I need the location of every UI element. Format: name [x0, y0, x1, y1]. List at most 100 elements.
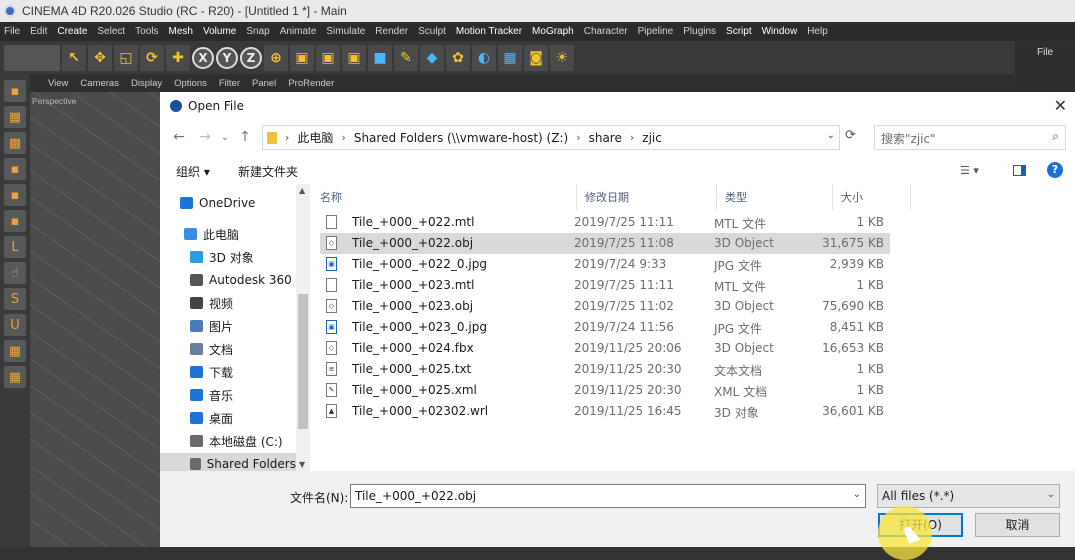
viewport-menu-item[interactable]: View	[48, 78, 68, 89]
viewport-menu-item[interactable]: ProRender	[288, 78, 334, 89]
organize-button[interactable]: 组织 ▾	[176, 163, 210, 180]
menu-item[interactable]: Character	[584, 26, 628, 37]
viewport-menu-item[interactable]: Cameras	[80, 78, 119, 89]
menu-item[interactable]: Create	[57, 26, 87, 37]
menu-item[interactable]: Help	[807, 26, 828, 37]
breadcrumb-item[interactable]: share	[589, 131, 622, 145]
viewport-menu-item[interactable]: Display	[131, 78, 162, 89]
nav-item[interactable]: 3D 对象	[160, 246, 296, 268]
recent-locations-chevron-icon[interactable]: ⌄	[218, 132, 232, 143]
filename-field[interactable]: Tile_+000_+022.obj ⌄	[350, 484, 866, 508]
scroll-down-icon[interactable]: ▼	[299, 460, 305, 469]
make-editable-icon[interactable]: ▪	[4, 80, 26, 102]
cube-icon[interactable]: ■	[368, 44, 392, 71]
undo-redo-icon[interactable]	[4, 44, 60, 71]
file-row[interactable]: Tile_+000_+022.mtl 2019/7/25 11:11 MTL 文件 1…	[320, 212, 890, 233]
file-row[interactable]: ◇ Tile_+000_+022.obj 2019/7/25 11:08 3D Obj…	[320, 233, 890, 254]
rotate-tool-icon[interactable]: ⟳	[140, 44, 164, 71]
forward-arrow-icon[interactable]: →	[192, 129, 218, 145]
x-axis-icon[interactable]: X	[192, 46, 214, 69]
y-axis-icon[interactable]: Y	[216, 46, 238, 69]
breadcrumb-separator-icon[interactable]: ›	[576, 131, 580, 144]
cloner-icon[interactable]: ✿	[446, 44, 470, 71]
scale-tool-icon[interactable]: ◱	[114, 44, 138, 71]
menu-item[interactable]: Snap	[246, 26, 269, 37]
viewport-menu-item[interactable]: Filter	[219, 78, 240, 89]
viewport[interactable]: Perspective	[30, 92, 160, 547]
column-header-name[interactable]: 名称	[312, 184, 577, 210]
deformer-icon[interactable]: ◐	[472, 44, 496, 71]
breadcrumb-separator-icon[interactable]: ›	[285, 131, 289, 144]
column-header-size[interactable]: 大小	[833, 184, 911, 210]
nav-item[interactable]: 音乐	[160, 384, 296, 406]
up-arrow-icon[interactable]: ↑	[232, 129, 258, 145]
cancel-button[interactable]: 取消	[975, 513, 1060, 537]
nav-item[interactable]: Shared Folders	[160, 453, 296, 471]
menu-item[interactable]: Render	[375, 26, 408, 37]
file-row[interactable]: ◇ Tile_+000_+024.fbx 2019/11/25 20:06 3D Ob…	[320, 338, 890, 359]
file-row[interactable]: ✎ Tile_+000_+025.xml 2019/11/25 20:30 XML 文…	[320, 380, 890, 401]
menu-item[interactable]: Simulate	[326, 26, 365, 37]
viewport-menu-item[interactable]: Options	[174, 78, 207, 89]
menu-item[interactable]: Edit	[30, 26, 47, 37]
column-header-date[interactable]: 修改日期	[577, 184, 717, 210]
menu-item[interactable]: Motion Tracker	[456, 26, 522, 37]
nav-item[interactable]: 文档	[160, 338, 296, 360]
snap-icon[interactable]: S	[4, 288, 26, 310]
render-settings-icon[interactable]: ▣	[342, 44, 366, 71]
floor-icon[interactable]: ▦	[498, 44, 522, 71]
file-row[interactable]: ◇ Tile_+000_+023.obj 2019/7/25 11:02 3D Obj…	[320, 296, 890, 317]
column-header-type[interactable]: 类型	[717, 184, 833, 210]
refresh-icon[interactable]: ⟳	[845, 128, 856, 143]
back-arrow-icon[interactable]: ←	[166, 129, 192, 145]
nav-item[interactable]: 此电脑	[160, 223, 296, 245]
new-folder-button[interactable]: 新建文件夹	[238, 163, 298, 180]
nav-item[interactable]: 本地磁盘 (C:)	[160, 430, 296, 452]
navigation-scrollbar[interactable]: ▲ ▼	[296, 184, 310, 471]
close-icon[interactable]: ✕	[1054, 96, 1067, 115]
nav-item[interactable]: OneDrive	[160, 192, 296, 214]
file-row[interactable]: ▣ Tile_+000_+022_0.jpg 2019/7/24 9:33 JPG 文…	[320, 254, 890, 275]
scroll-up-icon[interactable]: ▲	[299, 186, 305, 195]
file-row[interactable]: ▣ Tile_+000_+023_0.jpg 2019/7/24 11:56 JPG …	[320, 317, 890, 338]
workplane-icon[interactable]: ▦	[4, 340, 26, 362]
nav-item[interactable]: 下载	[160, 361, 296, 383]
render-view-icon[interactable]: ▣	[316, 44, 340, 71]
breadcrumb-item[interactable]: zjic	[642, 131, 662, 145]
z-axis-icon[interactable]: Z	[240, 46, 262, 69]
viewport-menu-item[interactable]: Panel	[252, 78, 276, 89]
axis-mode-icon[interactable]: L	[4, 236, 26, 258]
right-panel-file-menu[interactable]: File	[1037, 47, 1053, 58]
menu-item[interactable]: Mesh	[169, 26, 193, 37]
menu-item[interactable]: Window	[762, 26, 798, 37]
select-tool-icon[interactable]: ↖	[62, 44, 86, 71]
move-tool-icon[interactable]: ✥	[88, 44, 112, 71]
breadcrumb-item[interactable]: 此电脑	[297, 129, 333, 146]
menu-item[interactable]: Select	[97, 26, 125, 37]
nav-item[interactable]: 桌面	[160, 407, 296, 429]
menu-item[interactable]: File	[4, 26, 20, 37]
camera-icon[interactable]: ◙	[524, 44, 548, 71]
texture-mode-icon[interactable]: ▩	[4, 132, 26, 154]
tweak-mode-icon[interactable]: ☝	[4, 262, 26, 284]
breadcrumb-separator-icon[interactable]: ›	[630, 131, 634, 144]
file-row[interactable]: ≡ Tile_+000_+025.txt 2019/11/25 20:30 文本文档 1…	[320, 359, 890, 380]
preview-pane-icon[interactable]	[1013, 165, 1026, 176]
menu-item[interactable]: Tools	[135, 26, 158, 37]
edges-mode-icon[interactable]: ▪	[4, 184, 26, 206]
menu-item[interactable]: Pipeline	[638, 26, 674, 37]
polygons-mode-icon[interactable]: ▪	[4, 210, 26, 232]
file-row[interactable]: ▲ Tile_+000_+02302.wrl 2019/11/25 16:45 3D …	[320, 401, 890, 422]
render-region-icon[interactable]: ▣	[290, 44, 314, 71]
subdivision-icon[interactable]: ◆	[420, 44, 444, 71]
menu-item[interactable]: Script	[726, 26, 752, 37]
chevron-down-icon[interactable]: ⌄	[853, 489, 861, 500]
scrollbar-thumb[interactable]	[298, 294, 308, 429]
points-mode-icon[interactable]: ▪	[4, 158, 26, 180]
nav-item[interactable]: 图片	[160, 315, 296, 337]
menu-item[interactable]: Sculpt	[418, 26, 446, 37]
menu-item[interactable]: MoGraph	[532, 26, 574, 37]
chevron-down-icon[interactable]: ⌄	[827, 130, 835, 141]
model-mode-icon[interactable]: ▦	[4, 106, 26, 128]
search-icon[interactable]: ⌕	[1052, 129, 1059, 144]
